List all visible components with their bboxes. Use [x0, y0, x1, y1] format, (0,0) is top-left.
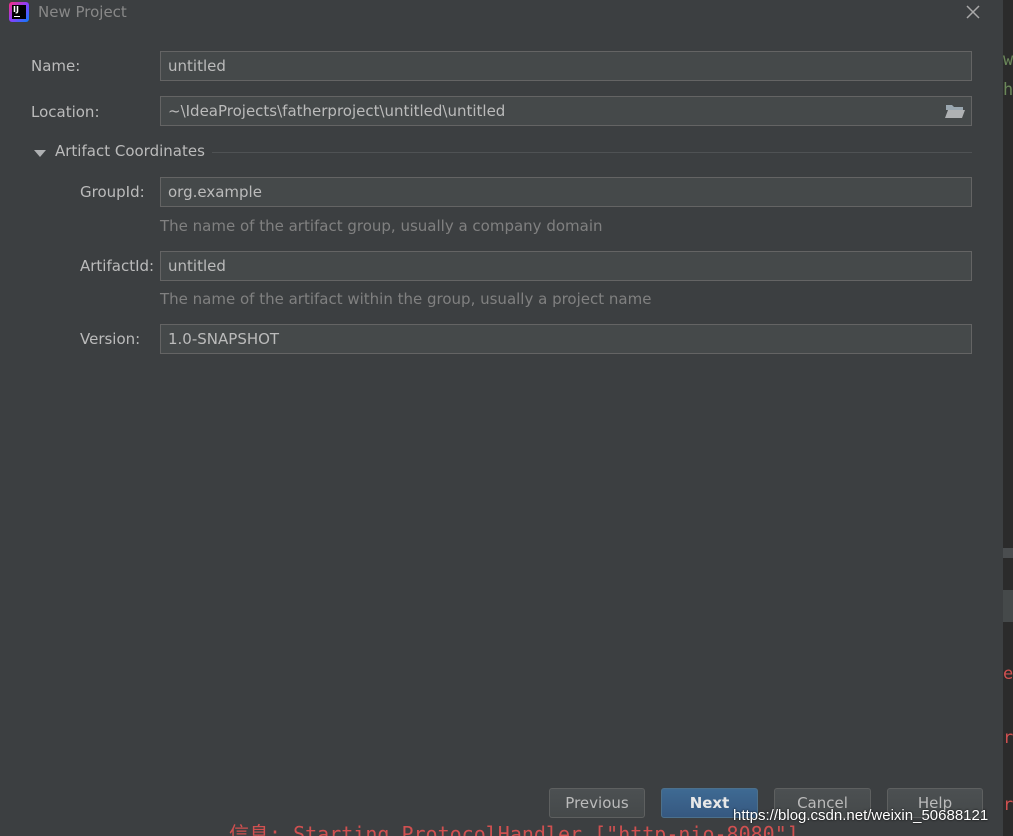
close-icon	[966, 5, 980, 19]
background-panel-edge	[1003, 590, 1013, 622]
background-console-text: ra	[1003, 728, 1013, 748]
version-label: Version:	[80, 330, 141, 348]
folder-icon	[945, 105, 965, 118]
name-field[interactable]: untitled	[160, 51, 972, 81]
background-editor-text: h	[1003, 80, 1013, 100]
artifactid-field[interactable]: untitled	[160, 251, 972, 281]
background-console-line: 信息: Starting ProtocolHandler ["http-nio-…	[229, 822, 799, 836]
title-bar: IJ New Project	[0, 0, 1003, 24]
intellij-idea-icon: IJ	[9, 2, 29, 22]
groupid-field[interactable]: org.example	[160, 177, 972, 207]
location-label: Location:	[31, 103, 100, 121]
close-button[interactable]	[962, 1, 984, 23]
groupid-hint: The name of the artifact group, usually …	[160, 217, 603, 235]
background-console-text: e	[1003, 664, 1013, 684]
background-panel-edge	[1003, 548, 1013, 558]
groupid-label: GroupId:	[80, 183, 145, 201]
dialog-title: New Project	[38, 3, 127, 21]
location-field[interactable]: ~\IdeaProjects\fatherproject\untitled\un…	[160, 96, 972, 126]
background-console-text: rf	[1003, 795, 1013, 815]
artifact-coordinates-title: Artifact Coordinates	[55, 142, 205, 160]
artifactid-hint: The name of the artifact within the grou…	[160, 290, 652, 308]
previous-button[interactable]: Previous	[549, 788, 645, 818]
artifactid-label: ArtifactId:	[80, 257, 155, 275]
watermark: https://blog.csdn.net/weixin_50688121	[733, 807, 989, 824]
background-editor-text: w	[1003, 50, 1013, 70]
name-label: Name:	[31, 57, 81, 75]
artifact-coordinates-toggle[interactable]	[33, 146, 47, 158]
triangle-down-icon	[34, 150, 46, 157]
new-project-dialog: IJ New Project Name: untitled Location: …	[0, 0, 1003, 836]
browse-folder-button[interactable]	[944, 102, 966, 120]
section-divider	[212, 152, 972, 153]
background-editor-strip: w h e ra rf	[1003, 0, 1013, 836]
version-field[interactable]: 1.0-SNAPSHOT	[160, 324, 972, 354]
